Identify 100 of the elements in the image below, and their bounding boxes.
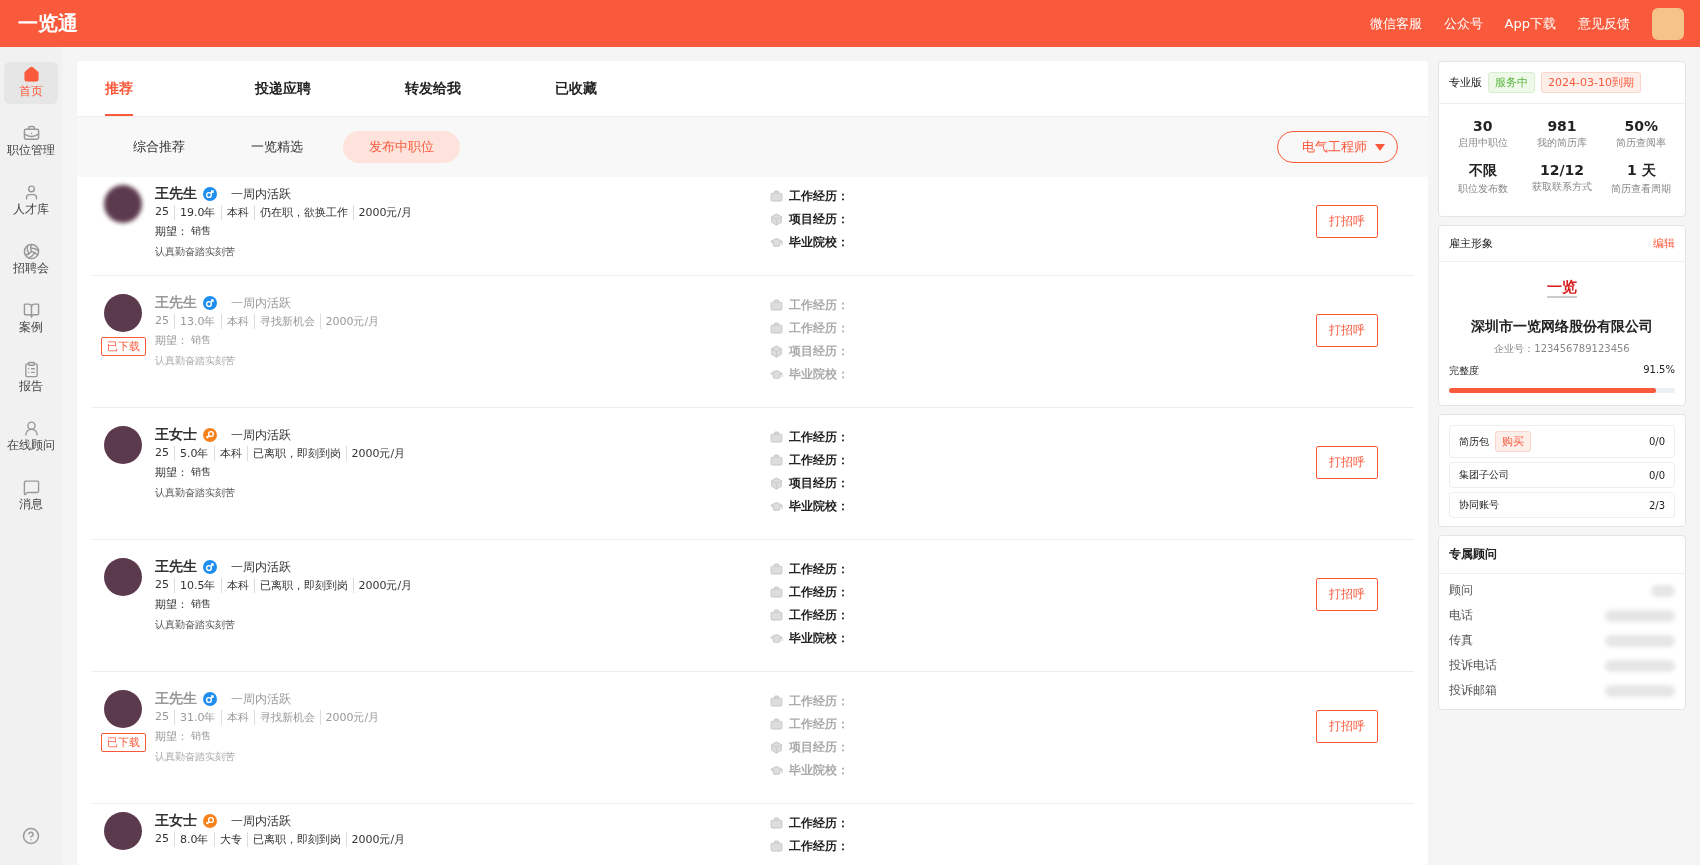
greet-button[interactable]: 打招呼 [1316, 314, 1378, 347]
resource-label: 简历包 [1459, 434, 1489, 449]
candidate-detail: 寻找新机会 [253, 710, 320, 725]
candidate-name[interactable]: 王女士 [155, 426, 197, 444]
candidate-detail: 2000元/月 [352, 578, 418, 593]
header-link[interactable]: 公众号 [1443, 14, 1483, 33]
experience-label: 工作经历： [789, 716, 849, 733]
experience-label: 工作经历： [789, 320, 849, 337]
expectation-label: 期望： [155, 729, 188, 744]
candidate-detail: 25 [155, 832, 170, 847]
company-name: 深圳市一览网络股份有限公司 [1471, 318, 1653, 336]
sidebar-item[interactable]: 案例 [4, 298, 58, 340]
tab[interactable]: 推荐 [105, 61, 133, 116]
tab[interactable]: 投递应聘 [255, 61, 311, 116]
candidate-detail: 2000元/月 [345, 446, 411, 461]
cube-icon [770, 345, 783, 358]
graduation-cap-icon [770, 764, 783, 777]
greet-button[interactable]: 打招呼 [1316, 710, 1378, 743]
cube-icon [770, 213, 783, 226]
candidate-detail: 寻找新机会 [253, 314, 320, 329]
greet-button[interactable]: 打招呼 [1316, 205, 1378, 238]
experience-label: 毕业院校： [789, 366, 849, 383]
avatar-placeholder [104, 812, 142, 850]
candidate-name[interactable]: 王女士 [155, 812, 197, 830]
tab[interactable]: 转发给我 [405, 61, 461, 116]
sidebar-item[interactable]: 人才库 [4, 180, 58, 222]
stat-value: 50% [1624, 118, 1659, 134]
candidate-motto: 认真勤奋踏实刻苦 [155, 486, 236, 500]
experience-label: 工作经历： [789, 838, 849, 855]
candidate-name[interactable]: 王先生 [155, 185, 197, 203]
stat-value: 30 [1472, 118, 1493, 134]
header-link[interactable]: 微信客服 [1369, 14, 1422, 33]
filter-tab[interactable]: 发布中职位 [343, 131, 460, 163]
candidate-name[interactable]: 王先生 [155, 558, 197, 576]
cube-icon [770, 477, 783, 490]
stat-value: 981 [1547, 118, 1577, 134]
resource-label: 协同账号 [1459, 498, 1499, 512]
tab[interactable]: 已收藏 [555, 61, 597, 116]
edit-link[interactable]: 编辑 [1653, 236, 1675, 251]
stat-label: 获取联系方式 [1532, 180, 1592, 194]
sidebar-item[interactable]: 首页 [4, 62, 58, 104]
clipboard-icon [22, 361, 40, 378]
redacted-value [1605, 659, 1675, 672]
briefcase-icon [770, 609, 783, 622]
sidebar-item[interactable]: 在线顾问 [4, 416, 58, 458]
candidate-detail: 8.0年 [174, 832, 214, 847]
expiry-tag: 2024-03-10到期 [1541, 72, 1641, 93]
experience-label: 项目经历： [789, 475, 849, 492]
expectation-value: 销售 [191, 597, 211, 611]
briefcase-icon [770, 322, 783, 335]
header-link[interactable]: 意见反馈 [1578, 14, 1630, 33]
avatar-placeholder [104, 558, 142, 596]
redacted-value [1651, 584, 1675, 597]
candidate-name[interactable]: 王先生 [155, 690, 197, 708]
redacted-value [1605, 684, 1675, 697]
greet-button[interactable]: 打招呼 [1316, 578, 1378, 611]
completeness-label: 完整度 [1449, 364, 1479, 378]
avatar-placeholder [104, 690, 142, 728]
candidate-detail: 2000元/月 [345, 832, 411, 847]
completeness-value: 91.5% [1643, 364, 1675, 377]
expectation-label: 期望： [155, 597, 188, 612]
greet-button[interactable]: 打招呼 [1316, 446, 1378, 479]
candidate-detail: 19.0年 [174, 205, 221, 220]
candidate-detail: 13.0年 [174, 314, 221, 329]
experience-label: 工作经历： [789, 815, 849, 832]
status-tag: 服务中 [1488, 72, 1535, 93]
sidebar-item[interactable]: 消息 [4, 475, 58, 517]
avatar-placeholder[interactable] [1652, 7, 1684, 40]
candidate-detail: 已离职，即刻到岗 [246, 446, 346, 461]
candidate-detail: 25 [155, 710, 170, 725]
experience-label: 工作经历： [789, 693, 849, 710]
sidebar-item[interactable]: 职位管理 [4, 121, 58, 163]
filter-tab[interactable]: 综合推荐 [107, 131, 211, 163]
sidebar-item[interactable]: 报告 [4, 357, 58, 399]
candidate-name[interactable]: 王先生 [155, 294, 197, 312]
briefcase-icon [770, 718, 783, 731]
candidate-detail: 2000元/月 [319, 710, 385, 725]
stat-label: 我的简历库 [1537, 136, 1587, 150]
advisor-field-label: 投诉邮箱 [1449, 682, 1497, 699]
briefcase-icon [770, 431, 783, 444]
header-link[interactable]: App下载 [1504, 14, 1556, 33]
activity-status: 一周内活跃 [231, 426, 291, 444]
help-icon[interactable] [22, 827, 40, 845]
candidate-detail: 已离职，即刻到岗 [253, 578, 353, 593]
expectation-value: 销售 [191, 224, 211, 238]
buy-button[interactable]: 购买 [1495, 431, 1531, 452]
resource-label: 集团子公司 [1459, 468, 1509, 482]
avatar-placeholder [104, 294, 142, 332]
filter-tab[interactable]: 一览精选 [225, 131, 329, 163]
candidate-motto: 认真勤奋踏实刻苦 [155, 245, 236, 259]
candidate-detail: 2000元/月 [319, 314, 385, 329]
briefcase-icon [770, 586, 783, 599]
candidate-detail: 10.5年 [174, 578, 221, 593]
briefcase-icon [770, 817, 783, 830]
experience-label: 项目经历： [789, 739, 849, 756]
graduation-cap-icon [770, 632, 783, 645]
sidebar-item[interactable]: 招聘会 [4, 239, 58, 281]
candidate-detail: 本科 [220, 205, 254, 220]
expectation-label: 期望： [155, 465, 188, 480]
stat-label: 职位发布数 [1457, 182, 1508, 196]
